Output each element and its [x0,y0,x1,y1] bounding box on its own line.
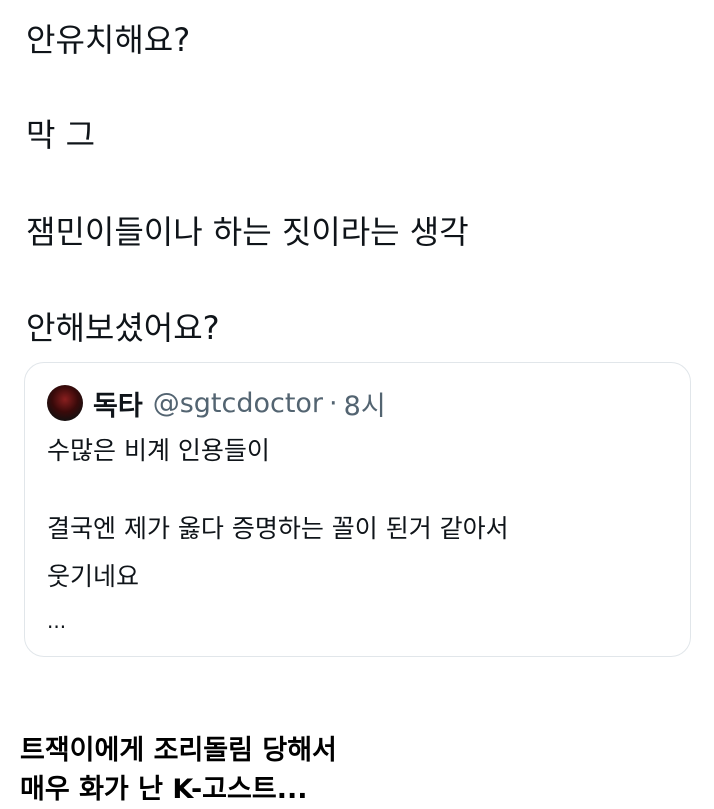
reply-text-line-1: 안유치해요? [26,21,191,59]
caption-line-2: 매우 화가 난 K-고스트... [20,774,308,805]
quoted-tweet-ellipsis: ... [47,609,67,633]
caption-line-1: 트잭이에게 조리돌림 당해서 [20,735,337,766]
quoted-tweet-text-line-3: 웃기네요 [47,562,140,591]
quoted-tweet-header: 독타 @sgtcdoctor · 8시 [47,383,386,423]
quoted-tweet-text-line-1: 수많은 비계 인용들이 [47,436,270,465]
reply-text-line-4: 안해보셨어요? [26,309,220,347]
reply-text-line-2: 막 그 [26,116,96,154]
author-handle[interactable]: @sgtcdoctor [153,388,323,419]
meta-separator: · [329,387,338,419]
quoted-tweet-card[interactable]: 독타 @sgtcdoctor · 8시 수많은 비계 인용들이 결국엔 제가 옳… [24,362,691,657]
avatar[interactable] [47,385,83,421]
reply-text-line-3: 잼민이들이나 하는 짓이라는 생각 [26,213,469,251]
tweet-timestamp[interactable]: 8시 [344,384,386,423]
quoted-tweet-text-line-2: 결국엔 제가 옳다 증명하는 꼴이 된거 같아서 [47,514,509,543]
author-name[interactable]: 독타 [93,384,143,423]
